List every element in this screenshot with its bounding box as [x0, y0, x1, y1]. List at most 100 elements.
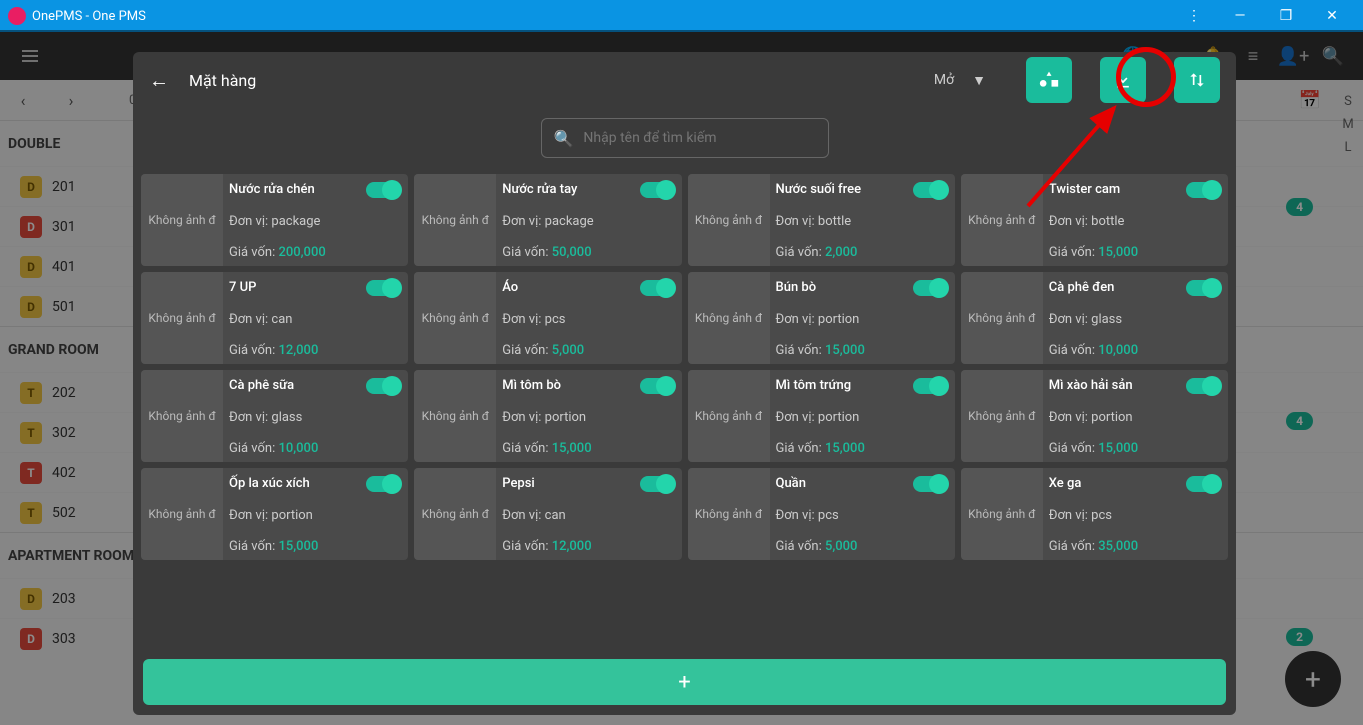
- item-thumbnail: Không ảnh đ: [414, 370, 496, 462]
- item-thumbnail: Không ảnh đ: [961, 272, 1043, 364]
- item-thumbnail: Không ảnh đ: [688, 272, 770, 364]
- modal-title: Mặt hàng: [189, 71, 256, 90]
- item-thumbnail: Không ảnh đ: [414, 174, 496, 266]
- item-thumbnail: Không ảnh đ: [414, 468, 496, 560]
- item-unit: Đơn vị: portion: [229, 508, 408, 523]
- item-thumbnail: Không ảnh đ: [961, 174, 1043, 266]
- item-price: Giá vốn: 10,000: [1049, 343, 1228, 358]
- window-titlebar: OnePMS - One PMS ⋮ — ❐ ✕: [0, 0, 1363, 32]
- app-logo-icon: [8, 7, 26, 25]
- item-thumbnail: Không ảnh đ: [141, 468, 223, 560]
- item-price: Giá vốn: 15,000: [229, 539, 408, 554]
- item-price: Giá vốn: 15,000: [1049, 245, 1228, 260]
- item-unit: Đơn vị: portion: [1049, 410, 1228, 425]
- item-toggle[interactable]: [1186, 182, 1220, 198]
- item-price: Giá vốn: 15,000: [502, 441, 681, 456]
- item-thumbnail: Không ảnh đ: [141, 174, 223, 266]
- item-price: Giá vốn: 15,000: [1049, 441, 1228, 456]
- item-toggle[interactable]: [366, 378, 400, 394]
- item-card[interactable]: Không ảnh đMì xào hải sảnĐơn vị: portion…: [961, 370, 1228, 462]
- item-card[interactable]: Không ảnh đMì tôm bòĐơn vị: portionGiá v…: [414, 370, 681, 462]
- item-unit: Đơn vị: portion: [502, 410, 681, 425]
- item-toggle[interactable]: [913, 476, 947, 492]
- download-button[interactable]: [1100, 57, 1146, 103]
- item-unit: Đơn vị: pcs: [1049, 508, 1228, 523]
- item-card[interactable]: Không ảnh đMì tôm trứngĐơn vị: portionGi…: [688, 370, 955, 462]
- item-unit: Đơn vị: glass: [1049, 312, 1228, 327]
- item-card[interactable]: Không ảnh đPepsiĐơn vị: canGiá vốn: 12,0…: [414, 468, 681, 560]
- item-toggle[interactable]: [640, 182, 674, 198]
- item-thumbnail: Không ảnh đ: [961, 370, 1043, 462]
- item-toggle[interactable]: [640, 280, 674, 296]
- item-toggle[interactable]: [366, 280, 400, 296]
- chevron-down-icon: ▼: [972, 72, 986, 89]
- item-price: Giá vốn: 12,000: [229, 343, 408, 358]
- sort-button[interactable]: [1174, 57, 1220, 103]
- search-icon: 🔍: [554, 129, 574, 148]
- item-card[interactable]: Không ảnh đBún bòĐơn vị: portionGiá vốn:…: [688, 272, 955, 364]
- item-card[interactable]: Không ảnh đCà phê đenĐơn vị: glassGiá vố…: [961, 272, 1228, 364]
- item-price: Giá vốn: 35,000: [1049, 539, 1228, 554]
- item-toggle[interactable]: [1186, 280, 1220, 296]
- window-title: OnePMS - One PMS: [32, 9, 1171, 24]
- item-card[interactable]: Không ảnh đNước suối freeĐơn vị: bottleG…: [688, 174, 955, 266]
- items-modal: ← Mặt hàng Mở ▼ 🔍 Không ảnh đNước rửa ch…: [133, 52, 1236, 715]
- status-dropdown[interactable]: Mở ▼: [934, 72, 998, 89]
- item-toggle[interactable]: [913, 280, 947, 296]
- item-unit: Đơn vị: package: [229, 214, 408, 229]
- item-unit: Đơn vị: glass: [229, 410, 408, 425]
- item-card[interactable]: Không ảnh đQuầnĐơn vị: pcsGiá vốn: 5,000: [688, 468, 955, 560]
- item-price: Giá vốn: 12,000: [502, 539, 681, 554]
- item-price: Giá vốn: 10,000: [229, 441, 408, 456]
- item-card[interactable]: Không ảnh đNước rửa chénĐơn vị: packageG…: [141, 174, 408, 266]
- status-dropdown-label: Mở: [934, 72, 954, 88]
- item-thumbnail: Không ảnh đ: [688, 468, 770, 560]
- item-unit: Đơn vị: can: [229, 312, 408, 327]
- item-price: Giá vốn: 15,000: [776, 441, 955, 456]
- item-toggle[interactable]: [1186, 378, 1220, 394]
- window-minimize-button[interactable]: —: [1217, 0, 1263, 32]
- item-unit: Đơn vị: pcs: [502, 312, 681, 327]
- item-card[interactable]: Không ảnh đỐp la xúc xíchĐơn vị: portion…: [141, 468, 408, 560]
- item-price: Giá vốn: 5,000: [502, 343, 681, 358]
- item-thumbnail: Không ảnh đ: [141, 272, 223, 364]
- search-box[interactable]: 🔍: [541, 118, 829, 158]
- item-card[interactable]: Không ảnh đ7 UPĐơn vị: canGiá vốn: 12,00…: [141, 272, 408, 364]
- item-unit: Đơn vị: pcs: [776, 508, 955, 523]
- item-unit: Đơn vị: bottle: [1049, 214, 1228, 229]
- item-unit: Đơn vị: portion: [776, 410, 955, 425]
- item-toggle[interactable]: [366, 476, 400, 492]
- item-thumbnail: Không ảnh đ: [141, 370, 223, 462]
- window-maximize-button[interactable]: ❐: [1263, 0, 1309, 32]
- item-thumbnail: Không ảnh đ: [688, 174, 770, 266]
- item-unit: Đơn vị: bottle: [776, 214, 955, 229]
- item-toggle[interactable]: [913, 182, 947, 198]
- back-button[interactable]: ←: [149, 68, 169, 93]
- item-thumbnail: Không ảnh đ: [961, 468, 1043, 560]
- item-unit: Đơn vị: can: [502, 508, 681, 523]
- item-price: Giá vốn: 15,000: [776, 343, 955, 358]
- item-card[interactable]: Không ảnh đTwister camĐơn vị: bottleGiá …: [961, 174, 1228, 266]
- item-unit: Đơn vị: package: [502, 214, 681, 229]
- item-thumbnail: Không ảnh đ: [688, 370, 770, 462]
- item-price: Giá vốn: 2,000: [776, 245, 955, 260]
- item-price: Giá vốn: 200,000: [229, 245, 408, 260]
- category-button[interactable]: [1026, 57, 1072, 103]
- item-toggle[interactable]: [366, 182, 400, 198]
- item-toggle[interactable]: [640, 476, 674, 492]
- item-price: Giá vốn: 50,000: [502, 245, 681, 260]
- item-card[interactable]: Không ảnh đXe gaĐơn vị: pcsGiá vốn: 35,0…: [961, 468, 1228, 560]
- window-more-button[interactable]: ⋮: [1171, 0, 1217, 32]
- item-price: Giá vốn: 5,000: [776, 539, 955, 554]
- item-card[interactable]: Không ảnh đNước rửa tayĐơn vị: packageGi…: [414, 174, 681, 266]
- search-input[interactable]: [583, 130, 815, 146]
- add-item-button[interactable]: +: [143, 659, 1226, 705]
- item-card[interactable]: Không ảnh đÁoĐơn vị: pcsGiá vốn: 5,000: [414, 272, 681, 364]
- item-toggle[interactable]: [913, 378, 947, 394]
- item-card[interactable]: Không ảnh đCà phê sữaĐơn vị: glassGiá vố…: [141, 370, 408, 462]
- window-close-button[interactable]: ✕: [1309, 0, 1355, 32]
- item-toggle[interactable]: [640, 378, 674, 394]
- item-unit: Đơn vị: portion: [776, 312, 955, 327]
- item-toggle[interactable]: [1186, 476, 1220, 492]
- item-thumbnail: Không ảnh đ: [414, 272, 496, 364]
